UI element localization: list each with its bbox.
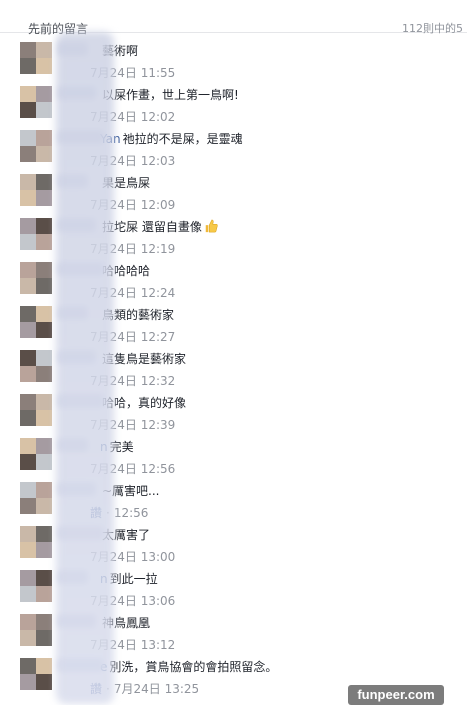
avatar[interactable] <box>20 218 52 250</box>
comment-timestamp[interactable]: 12:56 <box>114 506 149 520</box>
comment-body: 以屎作畫，世上第一鳥啊! <box>100 86 239 103</box>
comment-text: 到此一拉 <box>109 572 158 586</box>
comment-body: Yan祂拉的不是屎，是靈魂 <box>100 130 243 147</box>
avatar[interactable] <box>20 570 52 602</box>
comment-text: 別洗，賞鳥協會的會拍照留念。 <box>109 660 278 674</box>
comment-text: 拉坨屎 還留自畫像 <box>102 220 202 234</box>
avatar[interactable] <box>20 614 52 646</box>
avatar[interactable] <box>20 350 52 382</box>
avatar[interactable] <box>20 658 52 690</box>
comment-body: 拉坨屎 還留自畫像 <box>100 218 218 235</box>
avatar[interactable] <box>20 174 52 206</box>
comment-text: 哈哈，真的好像 <box>102 396 187 410</box>
thumbs-up-icon <box>205 219 218 233</box>
avatar[interactable] <box>20 42 52 74</box>
comment-text: 祂拉的不是屎，是靈魂 <box>122 132 243 146</box>
avatar[interactable] <box>20 86 52 118</box>
avatar[interactable] <box>20 130 52 162</box>
avatar[interactable] <box>20 306 52 338</box>
comment-text: 這隻鳥是藝術家 <box>102 352 187 366</box>
comment-timestamp[interactable]: 7月24日 13:25 <box>114 682 199 696</box>
comment-count: 112則中的5 <box>402 22 463 35</box>
comments-header: 先前的留言 112則中的5 <box>0 0 467 36</box>
comment-body: e別洗，賞鳥協會的會拍照留念。 <box>100 658 277 675</box>
avatar[interactable] <box>20 438 52 470</box>
avatar[interactable] <box>20 394 52 426</box>
avatar[interactable] <box>20 526 52 558</box>
privacy-blur <box>56 32 114 704</box>
avatar[interactable] <box>20 262 52 294</box>
comment-text: 以屎作畫，世上第一鳥啊! <box>102 88 239 102</box>
avatar[interactable] <box>20 482 52 514</box>
site-watermark: funpeer.com <box>348 685 444 705</box>
